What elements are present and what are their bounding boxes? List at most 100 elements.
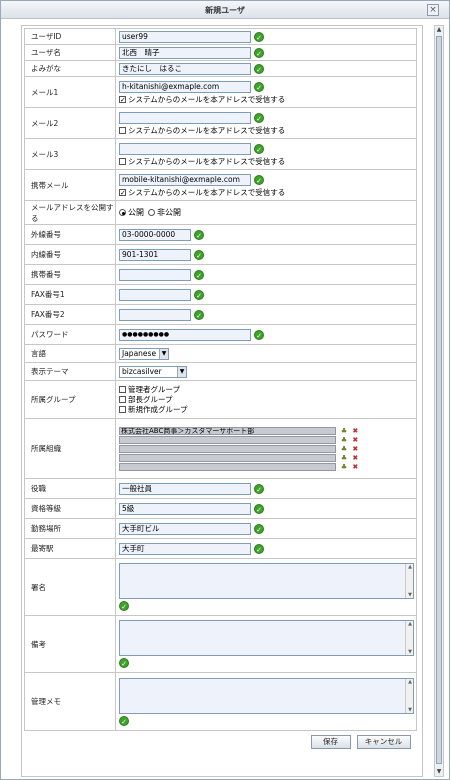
check-circle-icon: ✓ (254, 144, 264, 154)
signature-textarea[interactable]: ▲ ▼ (119, 563, 414, 599)
org-select[interactable] (119, 435, 337, 444)
mail1-input[interactable]: h-kitanishi@exmaple.com (119, 81, 251, 93)
group-option[interactable]: 新規作成グループ (119, 405, 416, 415)
mail3-receive-checkbox[interactable] (119, 157, 126, 165)
label-admin-memo: 管理メモ (24, 672, 116, 731)
remarks-textarea[interactable]: ▲ ▼ (119, 620, 414, 656)
org-select[interactable]: 株式会社ABC商事＞カスタマーサポート部 (119, 426, 337, 435)
arrow-up-icon[interactable]: ▲ (406, 679, 414, 685)
label-fax2: FAX番号2 (24, 304, 116, 325)
station-input[interactable]: 大手町 (119, 542, 251, 555)
publish-private-radio[interactable] (148, 209, 155, 216)
label-mail3: メール3 (24, 138, 116, 170)
row-groups: 所属グループ 管理者グループ 部長グループ 新規作成グループ (24, 380, 417, 419)
mail2-receive-label: システムからのメールを本アドレスで受信する (128, 125, 286, 135)
mobile-phone-input[interactable] (119, 268, 191, 281)
arrow-down-icon[interactable]: ▼ (406, 707, 414, 713)
label-org: 所属組織 (24, 418, 116, 479)
qualification-input[interactable]: 5級 (119, 502, 251, 515)
arrow-down-icon[interactable]: ▼ (406, 649, 414, 655)
org-select[interactable] (119, 462, 337, 471)
group-checkbox[interactable] (119, 406, 126, 413)
org-row: ♣ ✖ (119, 444, 359, 453)
arrow-up-icon[interactable]: ▲ (406, 564, 414, 570)
label-qualification: 資格等級 (24, 498, 116, 519)
mobile-mail-receive-option[interactable]: ✓ システムからのメールを本アドレスで受信する (119, 187, 416, 197)
reading-input[interactable]: きたにし はるこ (119, 62, 251, 75)
group-option[interactable]: 部長グループ (119, 395, 416, 405)
org-select[interactable] (119, 453, 337, 462)
group-checkbox[interactable] (119, 386, 126, 393)
label-mail2: メール2 (24, 107, 116, 139)
label-position: 役職 (24, 478, 116, 499)
user-name-input[interactable]: 北西 晴子 (119, 46, 251, 59)
label-user-id: ユーザID (24, 28, 116, 45)
delete-icon[interactable]: ✖ (352, 436, 359, 444)
check-circle-icon: ✓ (254, 543, 264, 554)
mail2-input[interactable] (119, 112, 251, 124)
tree-icon[interactable]: ♣ (340, 463, 347, 471)
fax1-input[interactable] (119, 288, 191, 301)
row-mail3: メール3 ✓ システムからのメールを本アドレスで受信する (24, 138, 417, 170)
mail1-receive-checkbox[interactable]: ✓ (119, 95, 126, 103)
cancel-button[interactable]: キャンセル (356, 735, 411, 749)
workplace-input[interactable]: 大手町ビル (119, 522, 251, 535)
row-user-id: ユーザID user99 ✓ (24, 28, 417, 45)
position-input[interactable]: 一般社員 (119, 482, 251, 495)
check-circle-icon: ✓ (254, 483, 264, 494)
group-checkbox[interactable] (119, 396, 126, 403)
check-circle-icon: ✓ (194, 269, 204, 280)
chevron-down-icon: ▼ (159, 348, 168, 359)
row-workplace: 勤務場所 大手町ビル ✓ (24, 518, 417, 539)
vertical-scrollbar[interactable]: ▲ ▼ (434, 25, 444, 777)
scrollbar-thumb[interactable] (436, 36, 442, 764)
fax2-input[interactable] (119, 308, 191, 321)
arrow-down-icon[interactable]: ▼ (406, 592, 414, 598)
label-int-phone: 内線番号 (24, 244, 116, 265)
tree-icon[interactable]: ♣ (340, 454, 347, 462)
delete-icon[interactable]: ✖ (352, 454, 359, 462)
delete-icon[interactable]: ✖ (352, 427, 359, 435)
mail3-input[interactable] (119, 143, 251, 155)
tree-icon[interactable]: ♣ (340, 427, 347, 435)
label-station: 最寄駅 (24, 538, 116, 559)
admin-memo-textarea[interactable]: ▲ ▼ (119, 677, 414, 714)
scrollbar[interactable]: ▲ ▼ (405, 678, 414, 713)
publish-public-radio[interactable] (119, 209, 126, 216)
check-circle-icon: ✓ (254, 47, 264, 58)
group-option[interactable]: 管理者グループ (119, 385, 416, 395)
password-input[interactable]: ●●●●●●●●● (119, 328, 251, 341)
org-select[interactable] (119, 444, 337, 453)
row-mail2: メール2 ✓ システムからのメールを本アドレスで受信する (24, 107, 417, 139)
user-id-input[interactable]: user99 (119, 30, 251, 43)
tree-icon[interactable]: ♣ (340, 445, 347, 453)
delete-icon[interactable]: ✖ (352, 445, 359, 453)
tree-icon[interactable]: ♣ (340, 436, 347, 444)
ext-phone-input[interactable]: 03-0000-0000 (119, 228, 191, 241)
arrow-up-icon[interactable]: ▲ (435, 26, 443, 34)
chevron-down-icon: ▼ (177, 366, 186, 377)
scrollbar[interactable]: ▲ ▼ (405, 564, 413, 598)
mail3-receive-option[interactable]: システムからのメールを本アドレスで受信する (119, 156, 416, 166)
mail2-receive-option[interactable]: システムからのメールを本アドレスで受信する (119, 125, 416, 135)
row-ext-phone: 外線番号 03-0000-0000 ✓ (24, 224, 417, 245)
arrow-up-icon[interactable]: ▲ (406, 621, 414, 627)
theme-select[interactable]: bizcasilver ▼ (119, 365, 187, 378)
mobile-mail-input[interactable]: mobile-kitanishi@exmaple.com (119, 174, 251, 186)
arrow-down-icon[interactable]: ▼ (435, 768, 443, 776)
int-phone-input[interactable]: 901-1301 (119, 248, 191, 261)
row-mobile-mail: 携帯メール mobile-kitanishi@exmaple.com ✓ ✓ シ… (24, 169, 417, 201)
mail2-receive-checkbox[interactable] (119, 126, 126, 134)
mobile-mail-receive-checkbox[interactable]: ✓ (119, 188, 126, 196)
close-button[interactable]: × (427, 4, 439, 16)
label-user-name: ユーザ名 (24, 44, 116, 61)
scrollbar[interactable]: ▲ ▼ (405, 621, 413, 655)
dialog-title: 新規ユーザ (205, 6, 245, 15)
row-remarks: 備考 ▲ ▼ ✓ (24, 615, 417, 673)
save-button[interactable]: 保存 (310, 735, 351, 749)
delete-icon[interactable]: ✖ (352, 463, 359, 471)
mail1-receive-option[interactable]: ✓ システムからのメールを本アドレスで受信する (119, 94, 416, 104)
form-panel: ユーザID user99 ✓ ユーザ名 北西 晴子 ✓ よみがな きたにし はる… (21, 25, 423, 777)
check-circle-icon: ✓ (254, 523, 264, 534)
language-select[interactable]: Japanese ▼ (119, 347, 169, 360)
